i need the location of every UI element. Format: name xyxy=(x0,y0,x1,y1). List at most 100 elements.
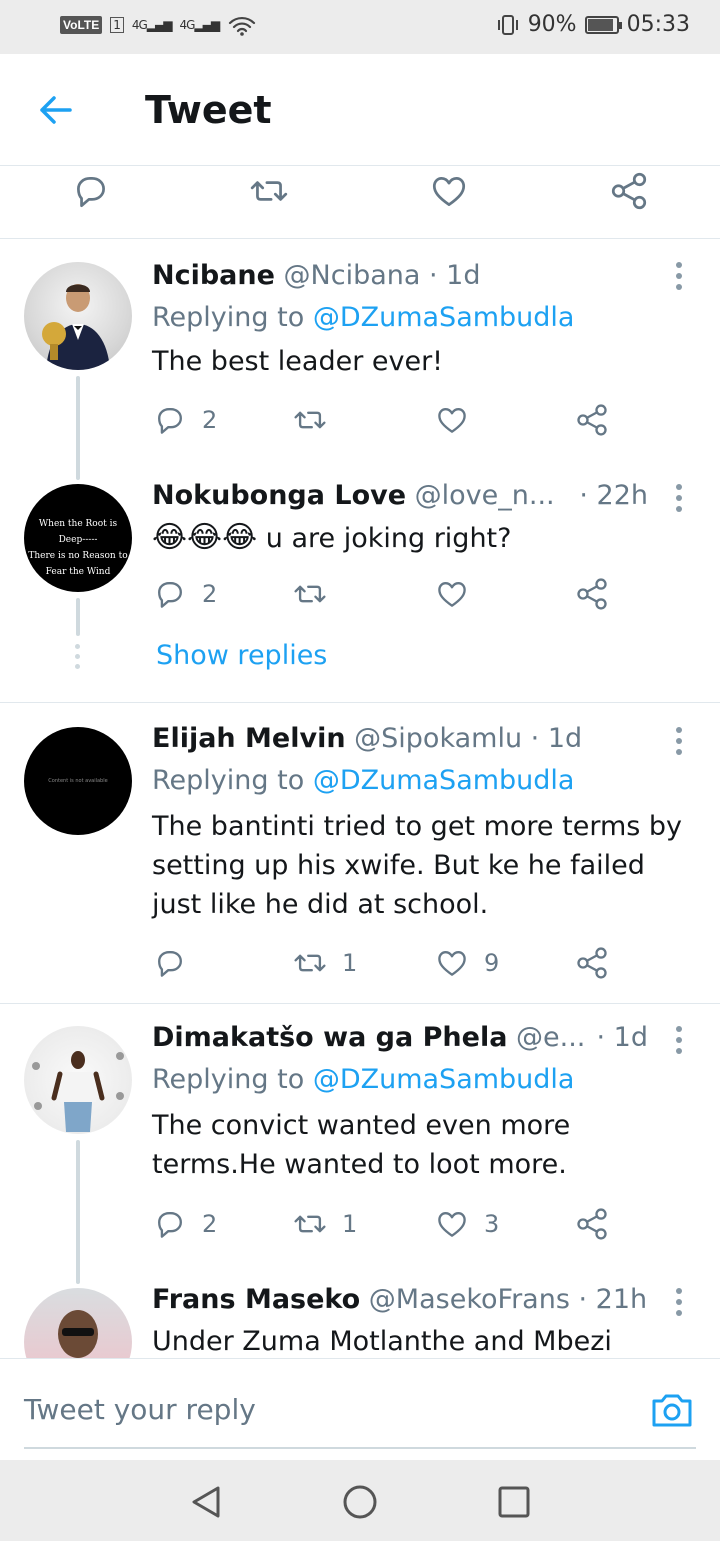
retweet-count: 1 xyxy=(342,1210,358,1238)
status-left: VoLTE 1 4G▂▄▆ 4G▂▄▆ xyxy=(60,14,257,36)
emoji-laughing: 😂😂😂 xyxy=(152,520,258,555)
tweet-actions: 2 1 3 xyxy=(152,1204,632,1244)
tweet-actions: 2 xyxy=(152,400,632,440)
tweet-author-row: Dimakatšo wa ga Phela @e... xyxy=(152,1022,585,1053)
author-handle[interactable]: @Ncibana xyxy=(284,260,421,291)
like-button[interactable] xyxy=(434,574,484,614)
author-handle[interactable]: @Sipokamlu xyxy=(354,723,522,754)
camera-icon[interactable] xyxy=(650,1387,694,1431)
reply-input[interactable]: Tweet your reply xyxy=(24,1393,256,1426)
replying-prefix: Replying to xyxy=(152,1064,305,1095)
retweet-icon xyxy=(294,411,326,429)
avatar[interactable] xyxy=(24,1288,132,1358)
author-handle[interactable]: @e... xyxy=(516,1022,585,1053)
like-count: 9 xyxy=(484,949,500,977)
more-options-icon[interactable] xyxy=(674,727,684,760)
tweet-text-content: u are joking right? xyxy=(265,523,512,554)
tweet-text: The convict wanted even more terms.He wa… xyxy=(152,1106,697,1184)
nav-back-icon[interactable] xyxy=(186,1482,226,1522)
reply-tweet[interactable]: Frans Maseko @MasekoFrans · 21h Under Zu… xyxy=(0,1266,720,1358)
retweet-count: 1 xyxy=(342,949,358,977)
clock: 05:33 xyxy=(626,12,690,37)
more-options-icon[interactable] xyxy=(674,262,684,295)
author-name[interactable]: Elijah Melvin xyxy=(152,723,346,754)
tweet-time: · 22h xyxy=(579,480,648,511)
author-name[interactable]: Dimakatšo wa ga Phela xyxy=(152,1022,507,1053)
reply-count: 2 xyxy=(202,580,218,608)
arrow-left-icon[interactable] xyxy=(36,90,76,130)
avatar-placeholder-text: Content is not available xyxy=(48,778,108,784)
reply-icon[interactable] xyxy=(70,170,112,212)
share-icon xyxy=(577,578,607,610)
heart-icon xyxy=(438,951,466,976)
tweet-author-row: Ncibane @Ncibana · 1d xyxy=(152,260,481,291)
reply-count: 2 xyxy=(202,1210,218,1238)
retweet-button[interactable]: 1 xyxy=(292,1204,357,1244)
tweet-text-line: just like he did at school. xyxy=(152,889,489,920)
replying-prefix: Replying to xyxy=(152,765,305,796)
share-icon[interactable] xyxy=(608,170,650,212)
replying-to: Replying to @DZumaSambudla xyxy=(152,765,574,796)
network-type-1: 4G xyxy=(131,18,148,32)
divider xyxy=(0,702,720,703)
more-options-icon[interactable] xyxy=(674,484,684,517)
battery-icon xyxy=(584,15,622,34)
avatar[interactable] xyxy=(24,1026,132,1134)
tweet-text-line: setting up his xwife. But ke he failed xyxy=(152,850,645,881)
author-handle[interactable]: @MasekoFrans xyxy=(369,1284,570,1315)
retweet-icon[interactable] xyxy=(248,170,290,212)
reply-icon xyxy=(158,1212,182,1238)
retweet-button[interactable] xyxy=(292,400,342,440)
author-name[interactable]: Frans Maseko xyxy=(152,1284,360,1315)
nav-home-icon[interactable] xyxy=(340,1482,380,1522)
share-icon xyxy=(577,404,607,436)
app-header: Tweet xyxy=(0,54,720,166)
tweet-author-row: Elijah Melvin @Sipokamlu · 1d xyxy=(152,723,582,754)
tweet-text-line: The bantinti tried to get more terms by xyxy=(152,811,683,842)
vibrate-icon xyxy=(496,14,520,36)
reply-input-underline xyxy=(24,1447,696,1449)
reply-button[interactable]: 2 xyxy=(152,1204,217,1244)
share-icon xyxy=(577,1208,607,1240)
share-icon xyxy=(577,947,607,979)
heart-icon xyxy=(438,582,466,607)
author-name[interactable]: Nokubonga Love xyxy=(152,480,406,511)
tweet-text: The best leader ever! xyxy=(152,346,444,377)
like-button[interactable]: 9 xyxy=(434,943,499,983)
more-options-icon[interactable] xyxy=(674,1026,684,1059)
tweet-time: · 1d xyxy=(530,723,583,754)
system-nav-bar xyxy=(0,1460,720,1541)
share-button[interactable] xyxy=(574,574,610,614)
signal-icon-2: 4G▂▄▆ xyxy=(179,18,220,32)
nav-recents-icon[interactable] xyxy=(494,1482,534,1522)
replying-to-link[interactable]: @DZumaSambudla xyxy=(313,1064,575,1095)
like-button[interactable]: 3 xyxy=(434,1204,499,1244)
share-button[interactable] xyxy=(574,943,610,983)
heart-icon[interactable] xyxy=(428,170,470,212)
replying-to-link[interactable]: @DZumaSambudla xyxy=(313,302,575,333)
tweet-time: · 1d xyxy=(429,260,481,291)
avatar[interactable] xyxy=(24,262,132,370)
reply-button[interactable]: 2 xyxy=(152,400,217,440)
author-handle[interactable]: @love_n... xyxy=(415,480,555,511)
status-bar: VoLTE 1 4G▂▄▆ 4G▂▄▆ 90% 05:33 xyxy=(0,0,720,54)
sim-indicator: 1 xyxy=(110,17,124,33)
like-button[interactable] xyxy=(434,400,484,440)
retweet-button[interactable]: 1 xyxy=(292,943,357,983)
reply-button[interactable]: 2 xyxy=(152,574,217,614)
avatar[interactable]: Content is not available xyxy=(24,727,132,835)
retweet-button[interactable] xyxy=(292,574,342,614)
tweet-author-row: Nokubonga Love @love_n... xyxy=(152,480,555,511)
reply-count: 2 xyxy=(202,406,218,434)
show-replies-link[interactable]: Show replies xyxy=(156,640,327,671)
avatar[interactable]: When the Root is Deep----- There is no R… xyxy=(24,484,132,592)
share-button[interactable] xyxy=(574,1204,610,1244)
more-options-icon[interactable] xyxy=(674,1288,684,1321)
reply-button[interactable] xyxy=(152,943,202,983)
reply-icon xyxy=(158,951,182,977)
tweet-actions: 1 9 xyxy=(152,943,632,983)
share-button[interactable] xyxy=(574,400,610,440)
reply-icon xyxy=(158,408,182,434)
author-name[interactable]: Ncibane xyxy=(152,260,275,291)
replying-to-link[interactable]: @DZumaSambudla xyxy=(313,765,575,796)
